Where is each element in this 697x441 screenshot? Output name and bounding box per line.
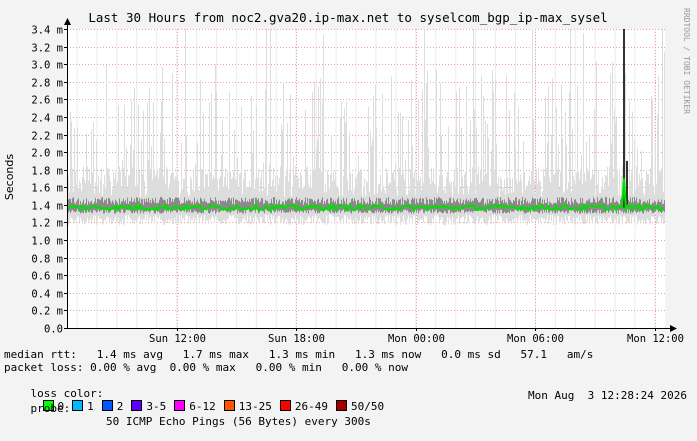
x-tick-label: Mon 12:00 [627,333,684,345]
y-axis-label: Seconds [3,154,16,200]
loss-swatch [279,400,291,411]
loss-legend-label: 50/50 [351,400,385,413]
loss-legend-item: 50/50 [336,400,384,413]
loss-swatch [101,400,113,411]
probe-text: 50 ICMP Echo Pings (56 Bytes) every 300s [106,415,371,428]
y-tick-label: 2.2 m [31,131,63,143]
x-tick-label: Mon 00:00 [388,333,445,345]
probe-row: probe: 50 ICMP Echo Pings (56 Bytes) eve… [4,389,371,441]
x-tick-label: Mon 06:00 [507,333,564,345]
packet-loss-stats: packet loss: 0.00 % avg 0.00 % max 0.00 … [4,361,408,374]
loss-legend-item: 26-49 [279,400,328,413]
loss-swatch [131,400,143,411]
y-tick-label: 0.4 m [31,289,63,301]
y-tick-label: 1.4 m [31,201,63,213]
median-rtt-stats: median rtt: 1.4 ms avg 1.7 ms max 1.3 ms… [4,348,594,361]
x-tick-label: Sun 12:00 [149,333,206,345]
loss-legend-item: 6-12 [174,400,216,413]
y-tick-label: 2.4 m [31,113,63,125]
loss-legend-item: 2 [101,400,124,413]
y-tick-label: 2.0 m [31,148,63,160]
y-tick-label: 3.0 m [31,60,63,72]
loss-color-legend: 0 1 2 3-5 6-12 13-25 26-49 50/50 [42,400,393,413]
loss-legend-label: 3-5 [146,400,167,413]
loss-legend-item: 13-25 [223,400,272,413]
y-tick-label: 0.2 m [31,306,63,318]
y-tick-label: 1.8 m [31,166,63,178]
y-tick-label: 1.2 m [31,218,63,230]
latency-chart: 0.0 0.2 m 0.4 m 0.6 m 0.8 m 1.0 m 1.2 m 1.4 m 1.… [0,0,697,345]
loss-legend-label: 26-49 [294,400,328,413]
smokeping-graph: 0.0 0.2 m 0.4 m 0.6 m 0.8 m 1.0 m 1.2 m 1.4 m 1.… [0,0,697,428]
y-tick-label: 3.4 m [31,25,63,37]
y-tick-label: 1.0 m [31,236,63,248]
y-tick-label: 2.8 m [31,78,63,90]
loss-legend-item: 3-5 [131,400,166,413]
loss-legend-label: 13-25 [238,400,272,413]
y-tick-label: 0.0 [44,324,63,336]
loss-swatch [223,400,235,411]
loss-swatch [174,400,186,411]
loss-legend-label: 6-12 [189,400,216,413]
y-tick-label: 2.6 m [31,95,63,107]
loss-legend-label: 1 [87,400,94,413]
chart-title: Last 30 Hours from noc2.gva20.ip-max.net… [88,10,607,25]
timestamp: Mon Aug 3 12:28:24 2026 [528,389,687,402]
y-tick-label: 0.8 m [31,254,63,266]
y-tick-label: 1.6 m [31,183,63,195]
y-tick-label: 0.6 m [31,271,63,283]
y-tick-label: 3.2 m [31,43,63,55]
loss-swatch [72,400,84,411]
loss-legend-item: 1 [72,400,94,413]
loss-legend-label: 2 [116,400,124,413]
rrdtool-watermark: RRDTOOL / TOBI OETIKER [682,8,691,114]
x-tick-label: Sun 18:00 [268,333,325,345]
loss-swatch [336,400,347,411]
probe-label: probe: [30,402,71,415]
